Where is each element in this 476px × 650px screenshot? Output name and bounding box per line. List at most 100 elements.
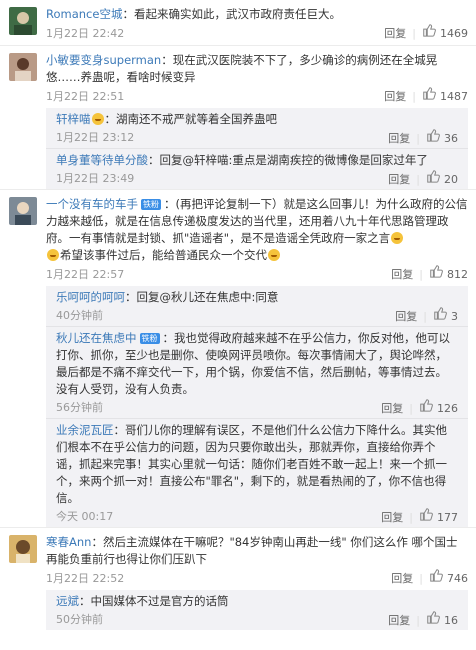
comment-username[interactable]: Romance空城 [46, 7, 122, 21]
reply-time: 1月22日 23:49 [56, 172, 135, 185]
comment-meta: 1月22日 22:51 回复 | 1487 [46, 86, 468, 108]
reply-body: ：回复@轩梓喵:重点是湖南疾控的微博像是回家过年了 [148, 153, 428, 167]
fan-badge: 铁粉 [141, 199, 161, 210]
thumbs-up-icon [423, 87, 436, 100]
smile-emoji-icon [268, 249, 280, 261]
comment-username[interactable]: 小敏要变身superman [46, 53, 161, 67]
like-button[interactable]: 36 [426, 128, 458, 149]
comment-list: Romance空城：看起来确实如此，武汉市政府责任巨大。 1月22日 22:42… [0, 0, 476, 630]
comment-item: 寒春Ann：然后主流媒体在干嘛呢？"84岁钟南山再赴一线" 你们这么作 哪个国士… [0, 528, 476, 630]
reply-button[interactable]: 回复 [381, 399, 403, 419]
reply-time: 今天 00:17 [56, 510, 114, 523]
reply-username[interactable]: 轩梓喵 [56, 112, 91, 126]
reply-username[interactable]: 乐呵呵的呵呵 [56, 290, 125, 304]
like-count: 746 [447, 572, 468, 585]
reply-time: 1月22日 23:12 [56, 131, 135, 144]
reply-button[interactable]: 回复 [388, 611, 410, 631]
comment-body-continued: 希望该事件过后，能给普通民众一个交代 [60, 248, 267, 262]
comment-meta: 1月22日 22:42 回复 | 1469 [46, 23, 468, 45]
reply-time: 50分钟前 [56, 613, 103, 626]
reply-button[interactable]: 回复 [391, 264, 413, 286]
thumbs-up-icon [423, 24, 436, 37]
avatar[interactable] [9, 197, 37, 225]
like-button[interactable]: 746 [429, 568, 468, 590]
comment-text-block: 寒春Ann：然后主流媒体在干嘛呢？"84岁钟南山再赴一线" 你们这么作 哪个国士… [46, 534, 468, 568]
like-count: 177 [437, 511, 458, 524]
comment-text-block: Romance空城：看起来确实如此，武汉市政府责任巨大。 [46, 6, 468, 23]
avatar[interactable] [9, 535, 37, 563]
comment-time: 1月22日 22:51 [46, 90, 125, 103]
comment-time: 1月22日 22:57 [46, 268, 125, 281]
thumbs-up-icon [430, 569, 443, 582]
smile-emoji-icon [91, 113, 104, 125]
reply-body: ：哥们儿你的理解有误区，不是他们什么公信力下降什么。其实他们根本不在乎公信力的问… [56, 423, 447, 505]
reply-body: ：湖南还不戒严就等着全国养蛊吧 [104, 112, 278, 126]
like-count: 3 [451, 310, 458, 323]
reply-item: 乐呵呵的呵呵：回复@秋儿还在焦虑中:同意 40分钟前 回复 | 3 [46, 286, 468, 327]
like-button[interactable]: 20 [426, 169, 458, 190]
reply-button[interactable]: 回复 [384, 23, 406, 45]
comment-username[interactable]: 寒春Ann [46, 535, 91, 549]
reply-button[interactable]: 回复 [384, 86, 406, 108]
thumbs-up-icon [420, 508, 433, 521]
comment-item: 一个没有车的车手 铁粉 ：(再把评论复制一下）就是这么回事儿！为什么政府的公信力越来… [0, 190, 476, 528]
reply-username[interactable]: 远斌 [56, 594, 79, 608]
reply-time: 40分钟前 [56, 309, 103, 322]
comment-body: ：看起来确实如此，武汉市政府责任巨大。 [122, 7, 341, 21]
comment-username[interactable]: 一个没有车的车手 [46, 197, 138, 211]
reply-item: 远斌：中国媒体不过是官方的话筒 50分钟前 回复 | 16 [46, 590, 468, 630]
reply-time: 56分钟前 [56, 401, 103, 414]
comment-body: ：然后主流媒体在干嘛呢？"84岁钟南山再赴一线" 你们这么作 哪个国士再能负重前… [46, 535, 458, 566]
comment-meta: 1月22日 22:57 回复 | 812 [46, 264, 468, 286]
like-button[interactable]: 3 [433, 306, 458, 327]
comment-item: 小敏要变身superman：现在武汉医院装不下了，多少确诊的病例还在全城晃悠……… [0, 46, 476, 190]
reply-username[interactable]: 秋儿还在焦虑中 [56, 331, 137, 345]
like-button[interactable]: 812 [429, 264, 468, 286]
like-button[interactable]: 1487 [422, 86, 468, 108]
like-button[interactable]: 1469 [422, 23, 468, 45]
comment-time: 1月22日 22:52 [46, 572, 125, 585]
like-button[interactable]: 16 [426, 610, 458, 631]
reply-list: 轩梓喵 ：湖南还不戒严就等着全国养蛊吧 1月22日 23:12 回复 | 36 单身董等… [46, 108, 468, 189]
like-count: 126 [437, 402, 458, 415]
comment-text-block: 小敏要变身superman：现在武汉医院装不下了，多少确诊的病例还在全城晃悠……… [46, 52, 468, 86]
smile-emoji-icon [47, 249, 59, 261]
comment-meta: 1月22日 22:52 回复 | 746 [46, 568, 468, 590]
reply-button[interactable]: 回复 [395, 307, 417, 327]
comment-time: 1月22日 22:42 [46, 27, 125, 40]
like-count: 1487 [440, 90, 468, 103]
reply-item: 业余泥瓦匠：哥们儿你的理解有误区，不是他们什么公信力下降什么。其实他们根本不在乎… [46, 419, 468, 527]
like-count: 812 [447, 268, 468, 281]
reply-button[interactable]: 回复 [381, 508, 403, 528]
thumbs-up-icon [420, 399, 433, 412]
like-count: 36 [444, 132, 458, 145]
thumbs-up-icon [427, 170, 440, 183]
reply-button[interactable]: 回复 [391, 568, 413, 590]
thumbs-up-icon [430, 265, 443, 278]
reply-item: 秋儿还在焦虑中 铁粉 ：我也觉得政府越来越不在乎公信力，你反对他，他可以打你、抓你，… [46, 327, 468, 419]
reply-list: 乐呵呵的呵呵：回复@秋儿还在焦虑中:同意 40分钟前 回复 | 3 秋儿还在焦虑中 铁粉… [46, 286, 468, 527]
like-count: 16 [444, 614, 458, 627]
reply-list: 远斌：中国媒体不过是官方的话筒 50分钟前 回复 | 16 [46, 590, 468, 630]
reply-username[interactable]: 单身董等待单分酸 [56, 153, 148, 167]
fan-badge: 铁粉 [139, 333, 160, 344]
like-count: 1469 [440, 27, 468, 40]
like-button[interactable]: 177 [419, 507, 458, 528]
thumbs-up-icon [427, 129, 440, 142]
smile-emoji-icon [391, 232, 404, 244]
reply-username[interactable]: 业余泥瓦匠 [56, 423, 114, 437]
reply-button[interactable]: 回复 [388, 129, 410, 149]
thumbs-up-icon [427, 611, 440, 624]
reply-item: 轩梓喵 ：湖南还不戒严就等着全国养蛊吧 1月22日 23:12 回复 | 36 [46, 108, 468, 149]
comment-item: Romance空城：看起来确实如此，武汉市政府责任巨大。 1月22日 22:42… [0, 0, 476, 46]
thumbs-up-icon [434, 307, 447, 320]
reply-item: 单身董等待单分酸：回复@轩梓喵:重点是湖南疾控的微博像是回家过年了 1月22日 … [46, 149, 468, 189]
avatar[interactable] [9, 7, 37, 35]
like-button[interactable]: 126 [419, 398, 458, 419]
reply-body: ：中国媒体不过是官方的话筒 [79, 594, 229, 608]
like-count: 20 [444, 173, 458, 186]
avatar[interactable] [9, 53, 37, 81]
reply-button[interactable]: 回复 [388, 170, 410, 190]
reply-body: ：回复@秋儿还在焦虑中:同意 [125, 290, 279, 304]
comment-text-block: 一个没有车的车手 铁粉 ：(再把评论复制一下）就是这么回事儿！为什么政府的公信力越来… [46, 196, 468, 264]
